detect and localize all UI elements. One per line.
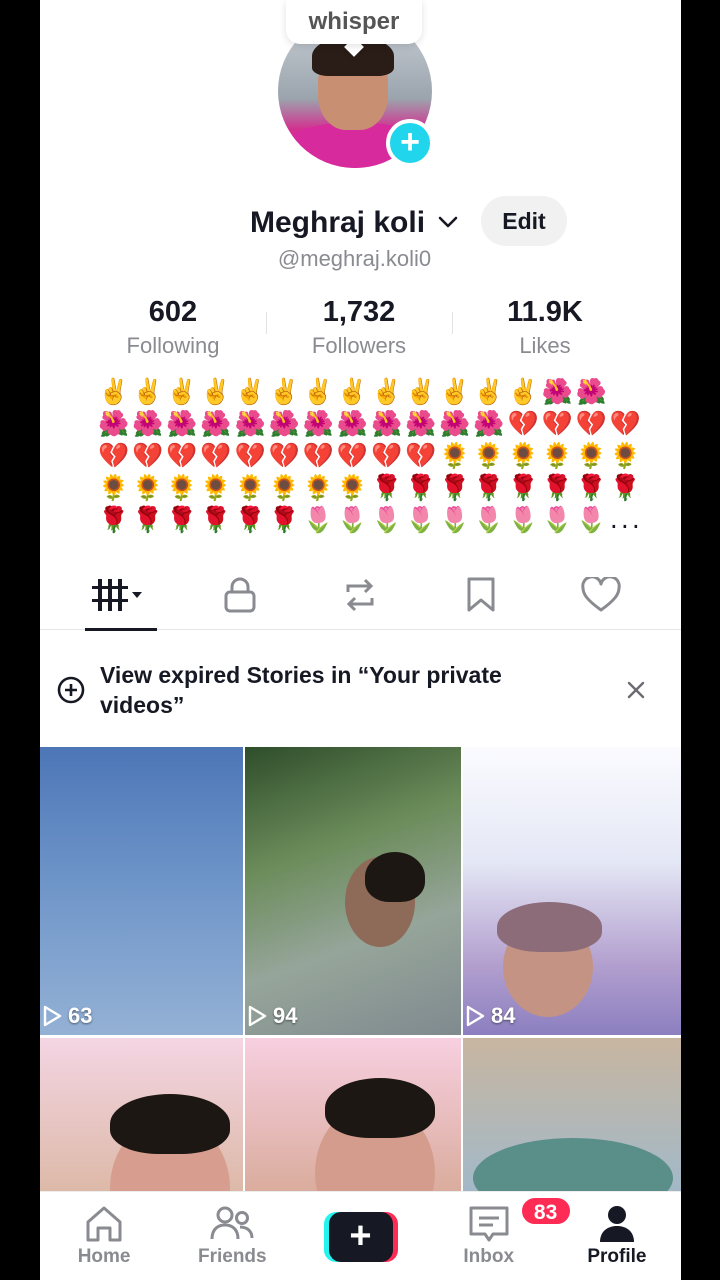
thumb-hair	[365, 852, 425, 902]
nav-inbox[interactable]: Inbox 83	[425, 1192, 572, 1280]
profile-screen: whisper + Meghraj koli Edit @meghraj.kol…	[40, 0, 681, 1280]
bio-line: ✌️✌️✌️✌️✌️✌️✌️✌️✌️✌️✌️✌️✌️🌺🌺	[98, 377, 610, 406]
play-icon	[248, 1005, 267, 1027]
name-row: Meghraj koli Edit	[40, 196, 681, 248]
nav-home[interactable]: Home	[40, 1192, 168, 1280]
view-count: 63	[40, 1003, 92, 1029]
stat-value: 602	[148, 296, 198, 328]
view-count: 94	[245, 1003, 297, 1029]
bottom-nav: Home Friends + Inbox 83 Profile	[40, 1191, 681, 1280]
stat-value: 11.9K	[507, 296, 583, 328]
view-count: 84	[463, 1003, 515, 1029]
video-thumbnail[interactable]: 94	[245, 747, 461, 1035]
close-icon[interactable]	[625, 679, 647, 701]
thumb-hair	[110, 1094, 230, 1154]
chevron-down-icon[interactable]	[436, 210, 460, 234]
tab-private[interactable]	[205, 563, 275, 627]
nav-create[interactable]: +	[296, 1192, 424, 1280]
nav-friends[interactable]: Friends	[168, 1192, 296, 1280]
view-count-value: 84	[491, 1003, 516, 1028]
nav-label: Home	[77, 1246, 131, 1267]
play-icon	[466, 1005, 485, 1027]
story-plus-icon	[57, 676, 85, 704]
grid-icon	[92, 578, 143, 611]
repost-icon	[346, 578, 374, 611]
profile-icon	[599, 1206, 634, 1242]
nav-label: Inbox	[463, 1246, 515, 1267]
tab-favorites[interactable]	[446, 563, 516, 627]
username: @meghraj.koli0	[277, 246, 432, 271]
whisper-bubble[interactable]: whisper	[286, 0, 422, 44]
bio-line: 💔💔💔💔💔💔💔💔💔💔🌻🌻🌻🌻🌻🌻	[98, 441, 645, 470]
stat-likes[interactable]: 11.9K Likes	[452, 296, 638, 360]
add-story-button[interactable]: +	[386, 119, 434, 167]
stat-label: Following	[126, 333, 220, 358]
video-thumbnail[interactable]: 63	[40, 747, 243, 1035]
banner-text: View expired Stories in “Your private vi…	[100, 662, 502, 718]
heart-icon	[581, 576, 621, 611]
create-button[interactable]: +	[323, 1212, 398, 1262]
stat-followers[interactable]: 1,732 Followers	[266, 296, 452, 360]
stat-following[interactable]: 602 Following	[80, 296, 266, 360]
thumb-hair	[325, 1078, 435, 1138]
tab-liked[interactable]	[566, 563, 636, 627]
nav-label: Friends	[197, 1246, 267, 1267]
bio[interactable]: ✌️✌️✌️✌️✌️✌️✌️✌️✌️✌️✌️✌️✌️🌺🌺 🌺🌺🌺🌺🌺🌺🌺🌺🌺🌺🌺…	[98, 376, 645, 536]
stat-value: 1,732	[322, 296, 396, 328]
home-icon	[86, 1206, 122, 1242]
bio-line: 🌹🌹🌹🌹🌹🌹🌷🌷🌷🌷🌷🌷🌷🌷🌷...	[98, 505, 643, 534]
video-thumbnail[interactable]: 84	[463, 747, 681, 1035]
edit-profile-button[interactable]: Edit	[481, 196, 567, 246]
expired-stories-banner[interactable]: View expired Stories in “Your private vi…	[40, 640, 681, 740]
bubble-text: whisper	[308, 8, 400, 35]
view-count-value: 94	[273, 1003, 298, 1028]
bio-line: 🌺🌺🌺🌺🌺🌺🌺🌺🌺🌺🌺🌺💔💔💔💔	[98, 409, 645, 438]
play-icon	[43, 1005, 62, 1027]
friends-icon	[210, 1206, 254, 1240]
lock-icon	[224, 577, 256, 612]
nav-profile[interactable]: Profile	[553, 1192, 681, 1280]
stats-row: 602 Following 1,732 Followers 11.9K Like…	[80, 296, 638, 360]
tab-videos[interactable]	[85, 563, 158, 631]
display-name[interactable]: Meghraj koli	[250, 206, 425, 240]
bookmark-icon	[467, 577, 495, 611]
view-count-value: 63	[68, 1003, 93, 1028]
nav-label: Profile	[587, 1246, 647, 1267]
profile-tabs	[40, 560, 681, 631]
thumb-hair	[497, 902, 602, 952]
inbox-icon	[469, 1206, 509, 1242]
bio-line: 🌻🌻🌻🌻🌻🌻🌻🌻🌹🌹🌹🌹🌹🌹🌹🌹	[98, 473, 645, 502]
tab-reposts[interactable]	[325, 563, 395, 627]
stat-label: Likes	[519, 333, 571, 358]
stat-label: Followers	[311, 333, 407, 358]
plus-icon: +	[328, 1212, 393, 1262]
